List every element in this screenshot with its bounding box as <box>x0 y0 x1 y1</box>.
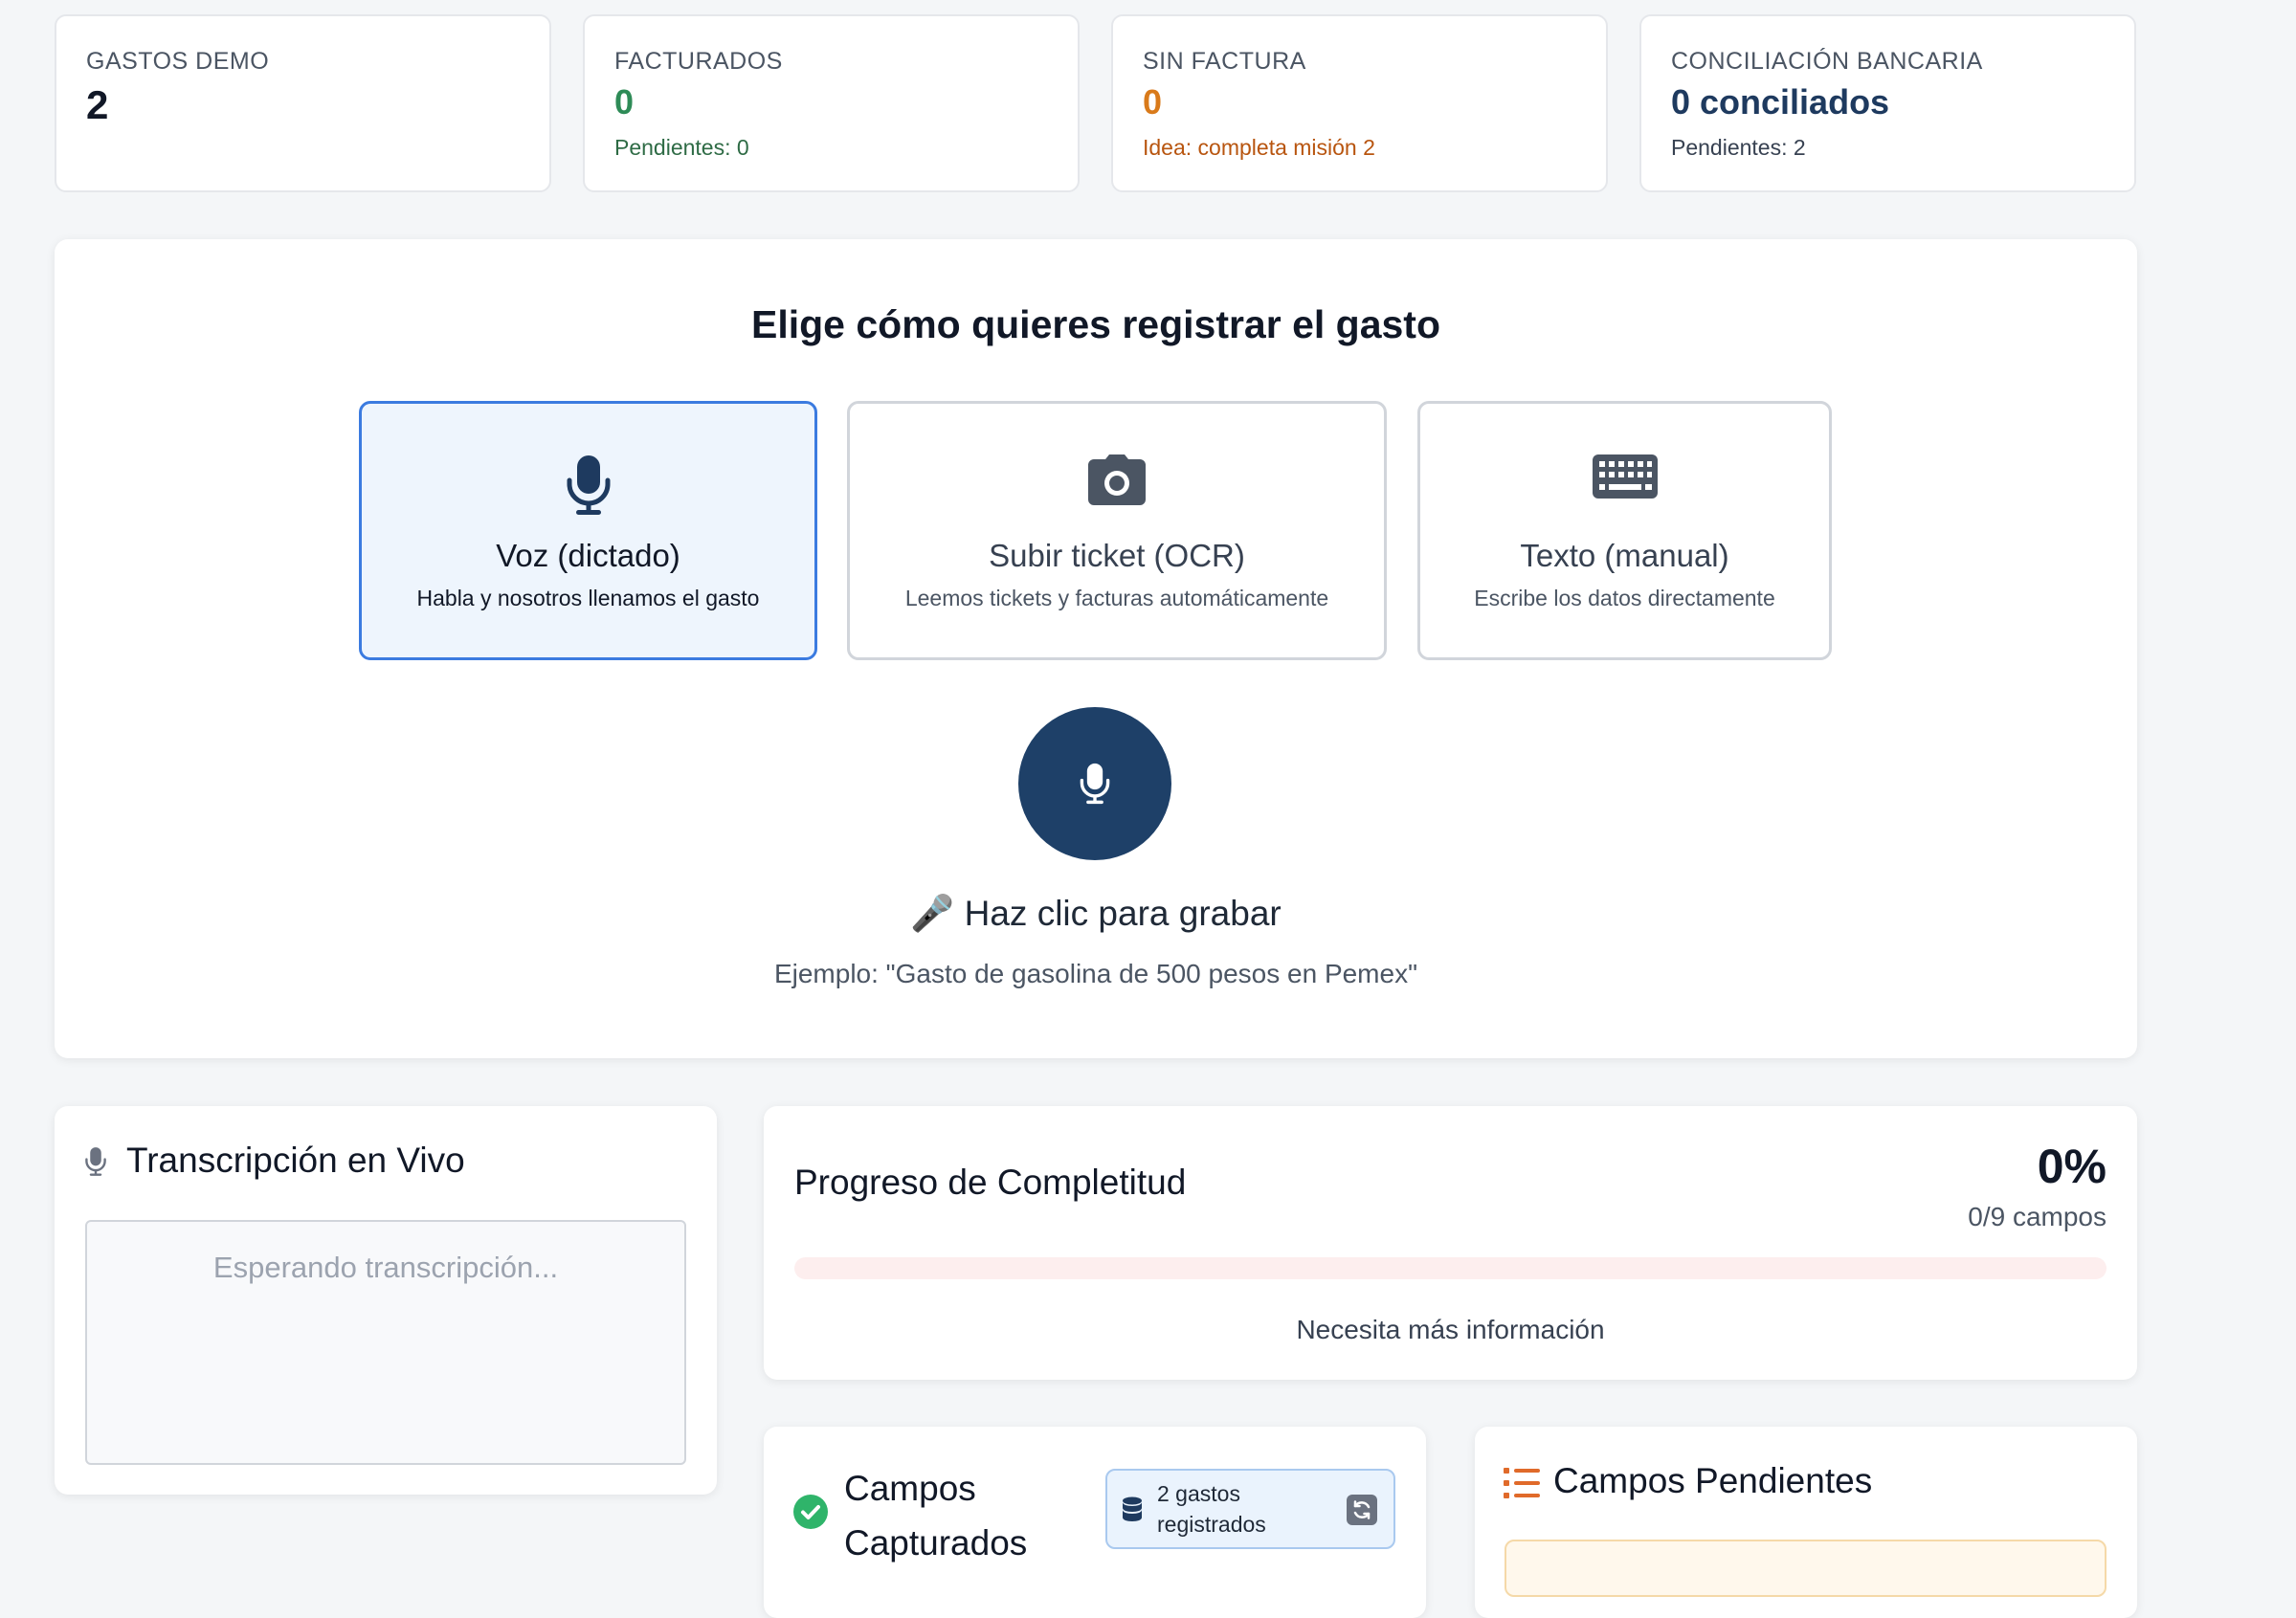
progress-panel: Progreso de Completitud 0% 0/9 campos Ne… <box>764 1106 2137 1380</box>
stat-sub: Pendientes: 2 <box>1671 134 1806 160</box>
progress-fields: 0/9 campos <box>1968 1202 2107 1231</box>
badge-line: 2 gastos <box>1157 1481 1240 1506</box>
method-option-title: Subir ticket (OCR) <box>989 538 1245 573</box>
stat-value: 2 <box>86 82 109 127</box>
keyboard-icon <box>1592 454 1658 499</box>
badge-text: 2 gastos registrados <box>1157 1478 1266 1540</box>
pending-title: Campos Pendientes <box>1553 1461 1873 1500</box>
stat-sub: Idea: completa misión 2 <box>1143 134 1375 160</box>
camera-icon <box>1088 454 1146 505</box>
stat-label: GASTOS DEMO <box>86 48 270 75</box>
badge-line: registrados <box>1157 1512 1266 1537</box>
stat-card-sin-factura: SIN FACTURA 0 Idea: completa misión 2 <box>1111 14 1608 192</box>
stat-value: 0 <box>1143 82 1163 122</box>
database-icon <box>1123 1496 1142 1521</box>
transcription-box: Esperando transcripción... <box>85 1220 686 1465</box>
stat-label: FACTURADOS <box>614 48 783 75</box>
record-label: 🎤 Haz clic para grabar <box>910 894 1282 933</box>
method-option-title: Texto (manual) <box>1520 538 1729 573</box>
method-option-title: Voz (dictado) <box>496 538 680 573</box>
method-option-manual[interactable]: Texto (manual) Escribe los datos directa… <box>1417 401 1832 660</box>
stat-value: 0 <box>614 82 635 122</box>
method-title: Elige cómo quieres registrar el gasto <box>750 302 1441 346</box>
expenses-count-badge: 2 gastos registrados <box>1105 1469 1395 1549</box>
microphone-icon <box>1080 763 1110 805</box>
method-panel: Elige cómo quieres registrar el gasto Vo… <box>55 239 2137 1058</box>
transcription-title: Transcripción en Vivo <box>126 1141 465 1180</box>
stat-card-conciliacion: CONCILIACIÓN BANCARIA 0 conciliados Pend… <box>1639 14 2136 192</box>
refresh-button[interactable] <box>1347 1495 1377 1525</box>
record-button[interactable] <box>1018 707 1171 860</box>
stat-label: CONCILIACIÓN BANCARIA <box>1671 48 1983 75</box>
captured-fields-panel: Campos Capturados 2 gastos registrados <box>764 1427 1426 1618</box>
captured-title-line: Capturados <box>844 1523 1028 1563</box>
record-example: Ejemplo: "Gasto de gasolina de 500 pesos… <box>773 959 1418 988</box>
stat-label: SIN FACTURA <box>1143 48 1306 75</box>
list-icon <box>1504 1468 1540 1498</box>
method-option-desc: Escribe los datos directamente <box>1474 586 1775 610</box>
pending-alert-box <box>1505 1540 2107 1597</box>
method-option-ocr[interactable]: Subir ticket (OCR) Leemos tickets y fact… <box>847 401 1387 660</box>
transcription-panel: Transcripción en Vivo Esperando transcri… <box>55 1106 717 1495</box>
progress-percent: 0% <box>2037 1140 2107 1193</box>
method-option-desc: Habla y nosotros llenamos el gasto <box>416 586 760 610</box>
progress-title: Progreso de Completitud <box>794 1163 1187 1202</box>
microphone-icon <box>85 1147 106 1176</box>
stat-sub: Pendientes: 0 <box>614 134 749 160</box>
stat-card-facturados: FACTURADOS 0 Pendientes: 0 <box>583 14 1080 192</box>
microphone-icon <box>567 455 610 515</box>
method-option-voice[interactable]: Voz (dictado) Habla y nosotros llenamos … <box>359 401 817 660</box>
captured-title-line: Campos <box>844 1469 976 1508</box>
refresh-icon <box>1353 1500 1371 1519</box>
pending-fields-panel: Campos Pendientes <box>1475 1427 2137 1618</box>
stat-value: 0 conciliados <box>1671 82 1890 122</box>
captured-title: Campos Capturados <box>844 1461 1027 1570</box>
progress-bar <box>794 1257 2107 1279</box>
progress-status: Necesita más información <box>1296 1315 1605 1344</box>
check-circle-icon <box>793 1495 828 1529</box>
method-option-desc: Leemos tickets y facturas automáticament… <box>904 586 1329 610</box>
stat-card-gastos-demo: GASTOS DEMO 2 <box>55 14 551 192</box>
